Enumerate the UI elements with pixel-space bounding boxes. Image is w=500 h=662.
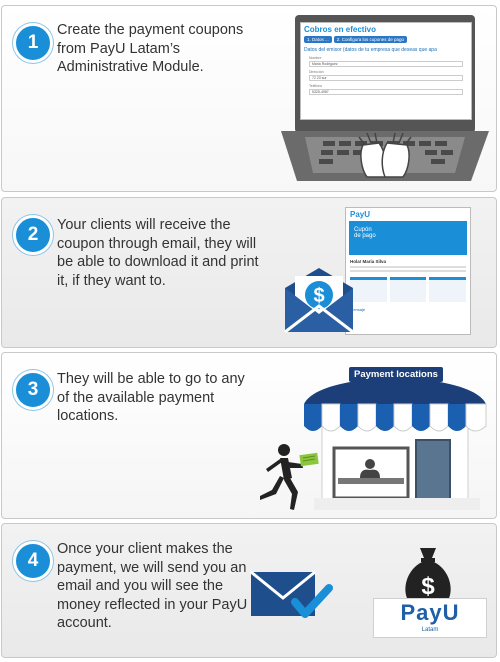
- step-number-badge: 3: [13, 370, 53, 410]
- coupon-email-screen: PayU Cupón de pago Hola! Maria Silva Men…: [345, 207, 471, 335]
- step-number-badge: 4: [13, 541, 53, 581]
- name-field[interactable]: Maria Rodriguez: [309, 61, 463, 67]
- step-tabs: 1. Datos ... 2. Configura los cupones de…: [304, 36, 468, 43]
- admin-module-screen: Cobros en efectivo 1. Datos ... 2. Confi…: [300, 22, 472, 120]
- svg-text:$: $: [313, 285, 324, 307]
- message-label: Mensaje: [350, 307, 366, 312]
- store-icon: [304, 378, 487, 510]
- phone-field[interactable]: 5325-4987: [309, 89, 463, 95]
- payu-wordmark: PayU: [400, 600, 460, 625]
- envelope-dollar-icon: $: [284, 268, 354, 334]
- money-bag-icon: $: [405, 548, 451, 605]
- field-label: Dirección: [309, 70, 324, 74]
- payu-sub: Latam: [421, 627, 439, 633]
- store-sign: Payment locations: [349, 367, 443, 382]
- address-field[interactable]: 72 23 sur: [309, 75, 463, 81]
- banner-line-2: de pago: [354, 233, 376, 239]
- tab-step-2[interactable]: 2. Configura los cupones de pago: [333, 36, 408, 43]
- svg-text:$: $: [421, 573, 435, 600]
- payu-logo: PayU Latam: [373, 598, 487, 638]
- tab-step-1[interactable]: 1. Datos ...: [304, 36, 332, 43]
- field-label: Teléfono: [309, 84, 323, 88]
- coupon-banner: Cupón de pago: [349, 221, 467, 255]
- step-description: Your clients will receive the coupon thr…: [57, 217, 259, 289]
- step-description: Once your client makes the payment, we w…: [57, 541, 248, 631]
- greeting: Hola! Maria Silva: [350, 259, 387, 264]
- payu-brand: PayU: [350, 210, 371, 219]
- field-label: Nombre: [309, 56, 322, 60]
- section-label: Datos del emisor (datos de tu empresa qu…: [304, 47, 437, 53]
- mail-check-icon: [250, 570, 333, 618]
- step-description: They will be able to go to any of the av…: [57, 371, 245, 424]
- step-number-badge: 1: [13, 23, 53, 63]
- screen-title: Cobros en efectivo: [304, 25, 377, 34]
- step-description: Create the payment coupons from PayU Lat…: [57, 22, 244, 75]
- step-number-badge: 2: [13, 215, 53, 255]
- running-man-icon: [260, 444, 319, 510]
